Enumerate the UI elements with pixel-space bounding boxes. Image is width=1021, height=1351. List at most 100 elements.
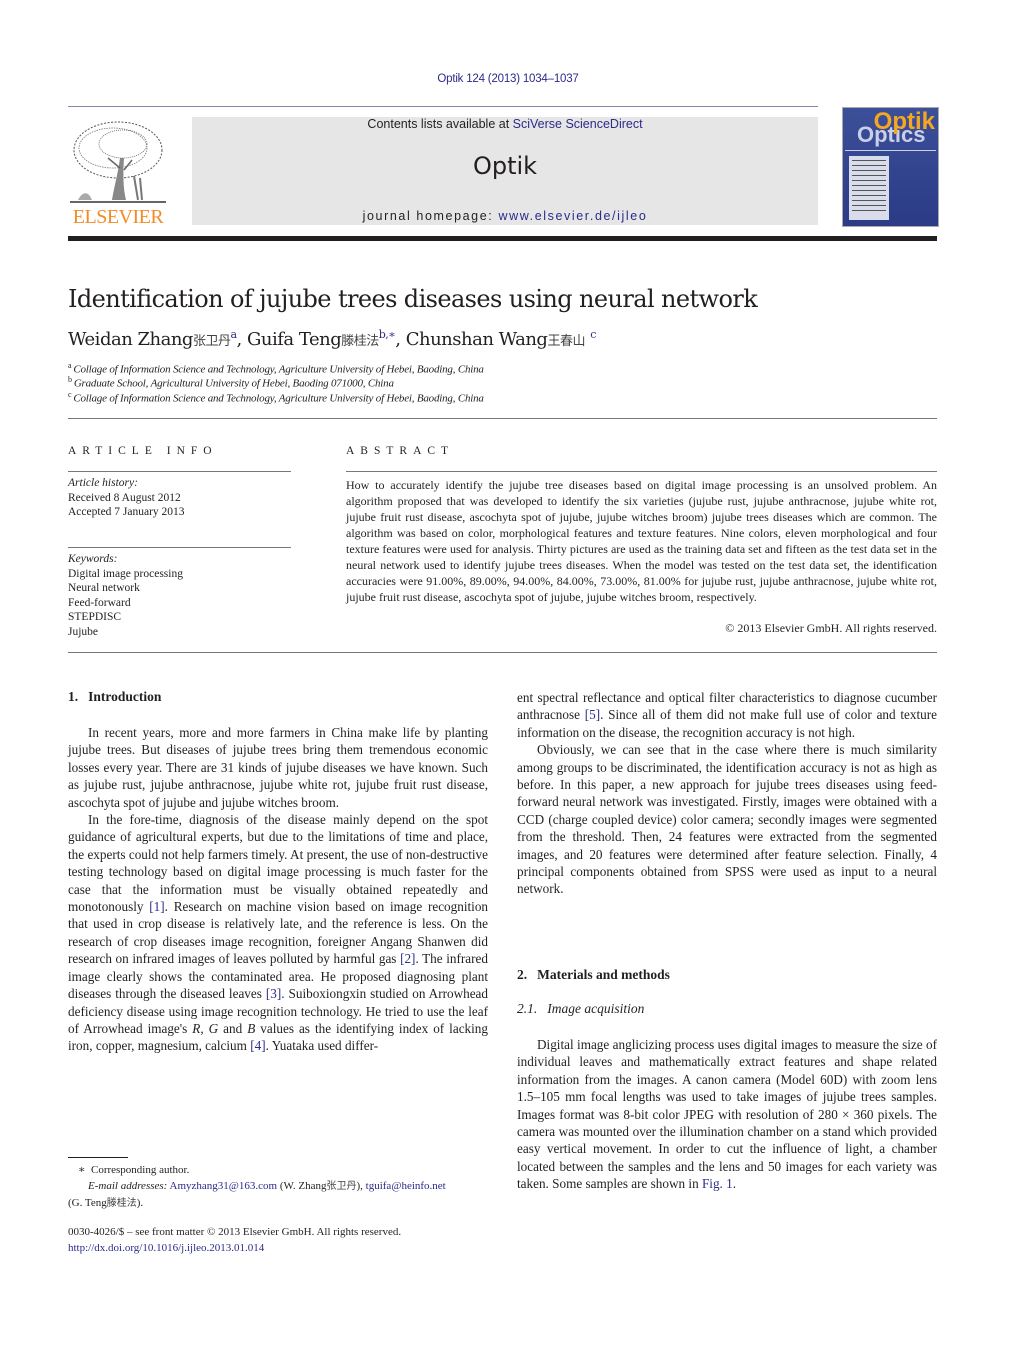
doi-link[interactable]: http://dx.doi.org/10.1016/j.ijleo.2013.0… [68,1241,401,1257]
author-cjk-name: 王春山 [547,334,585,349]
email-owner-cjk: 张卫丹 [326,1181,357,1192]
figure-link[interactable]: Fig. 1 [702,1176,733,1191]
section-rule [68,418,937,419]
footnote-marker: ∗ [78,1164,86,1176]
author-name: Chunshan Wang [405,329,548,350]
keyword: Digital image processing [68,567,183,580]
email-link[interactable]: tguifa@heinfo.net [366,1180,446,1192]
affiliation-marker: a [68,361,72,370]
article-info-rule [68,471,291,472]
citation-link[interactable]: [3] [266,986,281,1001]
section-number: 2. [517,967,528,982]
affiliation-text: Graduate School, Agricultural University… [73,377,394,390]
citation-link[interactable]: [1] [149,899,164,914]
journal-citation[interactable]: Optik 124 (2013) 1034–1037 [0,73,1016,85]
paragraph: ent spectral reflectance and optical fil… [517,689,937,741]
journal-banner: Contents lists available at SciVerse Sci… [192,117,818,225]
paragraph: Digital image anglicizing process uses d… [517,1036,937,1193]
received-date: Received 8 August 2012 [68,491,181,504]
author-name: Weidan Zhang [68,329,193,350]
cover-title-optik: Optik [873,108,935,135]
keyword: Neural network [68,582,140,594]
keyword: Feed-forward [68,596,131,609]
image-acquisition-text: Digital image anglicizing process uses d… [517,1036,937,1193]
email-owner-cjk: 滕桂法 [106,1198,137,1209]
section-number: 1. [68,689,79,704]
cover-divider [845,150,936,151]
affiliation-ref[interactable]: b,∗ [379,328,396,341]
email-link[interactable]: Amyzhang31@163.com [170,1180,278,1192]
author-cjk-name: 滕桂法 [341,334,379,349]
paragraph: In recent years, more and more farmers i… [68,725,488,810]
keyword: Jujube [68,625,99,638]
homepage-prefix: journal homepage: [362,209,499,223]
abstract-rule [346,471,937,472]
paragraph: Obviously, we can see that in the case w… [517,742,937,897]
affiliation-marker: c [68,390,72,399]
right-column-text: ent spectral reflectance and optical fil… [517,689,937,898]
text-run: and [218,1020,248,1036]
separator: ), [356,1180,366,1192]
affiliation: a Collage of Information Science and Tech… [68,361,484,376]
author-cjk-name: 张卫丹 [192,334,231,349]
header-thick-rule [68,236,937,241]
email-note-cont: (G. Teng滕桂法). [68,1195,488,1212]
affiliation: b Graduate School, Agricultural Universit… [68,375,394,390]
keyword: STEPDISC [68,611,122,623]
body-rule [68,652,937,653]
cover-contents-panel [849,156,889,220]
section-title: Materials and methods [537,967,670,982]
journal-homepage-link[interactable]: www.elsevier.de/ijleo [498,209,647,223]
abstract-text: How to accurately identify the jujube tr… [346,478,937,604]
author-list: Weidan Zhang张卫丹a, Guifa Teng滕桂法b,∗, Chun… [68,328,596,350]
journal-name: Optik [472,152,538,180]
section-heading-introduction: 1. Introduction [68,689,161,705]
issn-line: 0030-4026/$ – see front matter © 2013 El… [68,1226,402,1238]
footnote: ∗ Corresponding author. E-mail addresses… [68,1162,488,1212]
text-run: . Yuataka used differ- [265,1038,379,1054]
separator: ). [136,1197,144,1209]
article-history: Article history: Received 8 August 2012 … [68,476,185,520]
subsection-heading-image-acquisition: 2.1. Image acquisition [517,1001,644,1017]
abstract-copyright: © 2013 Elsevier GmbH. All rights reserve… [725,621,937,635]
affiliation-ref[interactable]: a [230,328,237,341]
section-heading-materials: 2. Materials and methods [517,967,670,983]
front-matter: 0030-4026/$ – see front matter © 2013 El… [68,1225,401,1256]
email-note: E-mail addresses: Amyzhang31@163.com (W.… [68,1178,488,1195]
paper-title: Identification of jujube trees diseases … [68,285,758,313]
elsevier-logo[interactable]: ELSEVIER [68,118,168,228]
accepted-date: Accepted 7 January 2013 [68,506,185,518]
article-info-heading: ARTICLE INFO [68,445,218,457]
affiliation: c Collage of Information Science and Tech… [68,390,484,405]
affiliation-text: Collage of Information Science and Techn… [73,363,484,376]
keywords-rule [68,547,291,548]
citation-link[interactable]: [4] [250,1038,265,1053]
abstract-heading: ABSTRACT [346,445,455,457]
paragraph: In the fore-time, diagnosis of the disea… [68,811,488,1055]
text-run: . [732,1176,737,1192]
affiliation-marker: b [68,375,72,384]
corresponding-note: ∗ Corresponding author. [68,1162,488,1178]
contents-prefix: Contents lists available at [367,117,513,131]
left-column-text: In recent years, more and more farmers i… [68,724,488,1055]
citation-link[interactable]: [5] [585,707,600,722]
email-owner: (W. Zhang [277,1180,327,1192]
symbol-g: G [208,1020,219,1036]
email-owner: (G. Teng [68,1197,107,1209]
elsevier-tree-icon [70,121,166,203]
journal-cover-image[interactable]: Optics Optik [842,107,939,227]
homepage-line: journal homepage: www.elsevier.de/ijleo [192,209,818,223]
contents-line: Contents lists available at SciVerse Sci… [192,117,818,131]
history-label: Article history: [68,477,138,489]
affiliation-ref[interactable]: c [590,328,596,341]
sciencedirect-link[interactable]: SciVerse ScienceDirect [513,117,643,131]
footnote-rule [68,1157,128,1158]
header-rule [68,106,818,107]
citation-link[interactable]: [2] [400,951,415,966]
text-run: , [200,1020,209,1036]
footnote-text: Corresponding author. [90,1164,190,1176]
email-label: E-mail addresses: [88,1180,168,1192]
section-title: Introduction [88,689,162,704]
keywords-label: Keywords: [68,553,118,565]
affiliation-text: Collage of Information Science and Techn… [73,392,484,405]
